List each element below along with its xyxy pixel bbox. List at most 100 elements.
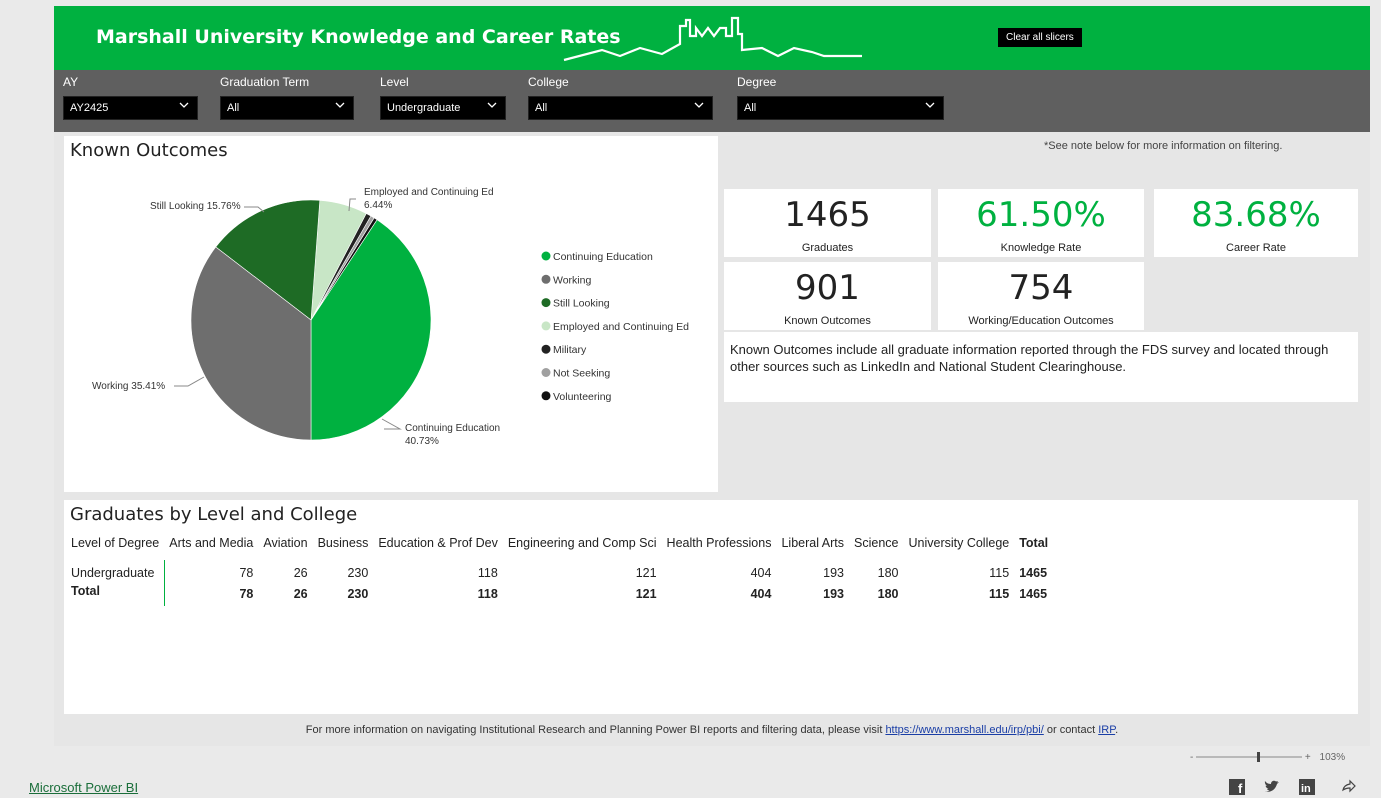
- chevron-down-icon: [487, 102, 497, 108]
- zoom-slider[interactable]: [1196, 752, 1303, 763]
- slicer-label: Graduation Term: [220, 75, 310, 89]
- column-header[interactable]: Level of Degree: [66, 534, 165, 559]
- legend-item[interactable]: Military: [553, 344, 587, 356]
- report-title: Marshall University Knowledge and Career…: [96, 26, 621, 48]
- clear-all-slicers-button[interactable]: Clear all slicers: [998, 28, 1082, 47]
- slicer-label: AY: [63, 75, 79, 89]
- table-cell: 1465: [1019, 587, 1048, 601]
- legend-marker: [541, 391, 551, 401]
- graduation-term-dropdown[interactable]: All: [220, 96, 354, 120]
- card-knowledge-rate: 61.50% Knowledge Rate: [938, 189, 1144, 257]
- slicer-value: Undergraduate: [387, 102, 461, 114]
- chevron-down-icon: [694, 102, 704, 108]
- footer-note: For more information on navigating Insti…: [54, 724, 1370, 736]
- label-still-looking: Still Looking 15.76%: [150, 201, 241, 212]
- svg-text:in: in: [1301, 783, 1311, 795]
- label-continuing-pct: 40.73%: [405, 436, 439, 447]
- column-header[interactable]: Aviation: [258, 534, 313, 559]
- card-value: 61.50%: [976, 195, 1106, 235]
- slicer-label: Degree: [737, 75, 777, 89]
- table-row-total: Total 78 26 230 118 121 404 193 180 115 …: [66, 582, 1053, 606]
- leader-line: [174, 376, 205, 387]
- table-cell: 121: [635, 566, 657, 580]
- legend-marker: [541, 368, 551, 377]
- column-header-total[interactable]: Total: [1014, 534, 1054, 559]
- footer-text: .: [1115, 724, 1119, 736]
- legend-item[interactable]: Not Seeking: [553, 368, 610, 380]
- zoom-out-button[interactable]: -: [1190, 752, 1193, 763]
- facebook-icon[interactable]: f: [1229, 779, 1245, 795]
- table-cell: 193: [823, 587, 844, 601]
- chevron-down-icon: [179, 102, 189, 108]
- irp-pbi-link[interactable]: https://www.marshall.edu/irp/pbi/: [885, 724, 1043, 736]
- zoom-control: - + 103%: [1190, 752, 1345, 763]
- column-header[interactable]: Arts and Media: [164, 534, 259, 559]
- known-outcomes-panel: Known Outcomes Still Looking 15.76% Empl…: [64, 136, 718, 492]
- column-header[interactable]: Liberal Arts: [776, 534, 849, 559]
- card-value: 83.68%: [1191, 195, 1321, 235]
- column-header[interactable]: University College: [903, 534, 1015, 559]
- legend-item[interactable]: Still Looking: [553, 298, 610, 310]
- ay-dropdown[interactable]: AY2425: [63, 96, 198, 120]
- card-label: Graduates: [801, 242, 854, 254]
- known-outcomes-info-text: Known Outcomes include all graduate info…: [730, 342, 1329, 374]
- card-graduates: 1465 Graduates: [724, 189, 931, 257]
- legend-marker: [541, 298, 551, 308]
- known-outcomes-pie-chart[interactable]: Still Looking 15.76% Employed and Contin…: [64, 136, 718, 492]
- graduates-table: Level of Degree Arts and Media Aviation …: [66, 534, 1054, 606]
- degree-dropdown[interactable]: All: [737, 96, 944, 120]
- card-value: 1465: [784, 195, 871, 235]
- column-header[interactable]: Business: [312, 534, 374, 559]
- table-cell: 404: [750, 566, 772, 580]
- table-cell: 180: [877, 587, 899, 601]
- label-employed-ce: Employed and Continuing Ed: [364, 187, 494, 198]
- table-cell: 404: [750, 587, 772, 601]
- table-cell: 118: [477, 587, 498, 601]
- column-header[interactable]: Education & Prof Dev: [373, 534, 503, 559]
- chevron-down-icon: [925, 102, 935, 108]
- legend-item[interactable]: Working: [553, 274, 591, 286]
- table-row: Undergraduate 78 26 230 118 121 404 193 …: [66, 558, 1053, 582]
- slicer-value: All: [535, 102, 548, 114]
- table-cell: 230: [347, 587, 369, 601]
- zoom-in-button[interactable]: +: [1305, 752, 1311, 763]
- slicer-value: All: [744, 102, 757, 114]
- college-dropdown[interactable]: All: [528, 96, 713, 120]
- table-cell: 1465: [1019, 566, 1048, 580]
- card-label: Knowledge Rate: [1000, 242, 1082, 254]
- table-cell: Undergraduate: [66, 558, 165, 582]
- table-cell: 115: [989, 566, 1010, 580]
- card-label: Known Outcomes: [784, 315, 871, 327]
- slicer-label: College: [528, 75, 569, 89]
- column-header[interactable]: Science: [849, 534, 904, 559]
- table-header-row: Level of Degree Arts and Media Aviation …: [66, 534, 1054, 559]
- info-panel: Known Outcomes include all graduate info…: [724, 332, 1358, 402]
- card-working-education-outcomes: 754 Working/Education Outcomes: [938, 262, 1144, 330]
- zoom-level: 103%: [1319, 752, 1346, 763]
- leader-line: [381, 418, 402, 430]
- level-dropdown[interactable]: Undergraduate: [380, 96, 506, 120]
- graduates-table-panel: Graduates by Level and College Level of …: [64, 500, 1358, 714]
- table-cell: 78: [239, 566, 254, 580]
- legend-item[interactable]: Volunteering: [553, 391, 612, 403]
- table-cell: 26: [293, 566, 308, 580]
- twitter-icon[interactable]: [1264, 779, 1280, 795]
- legend-marker: [541, 251, 551, 261]
- table-cell: Total: [66, 582, 165, 606]
- label-employed-ce-pct: 6.44%: [364, 200, 392, 211]
- table-cell: 230: [347, 566, 369, 580]
- card-label: Working/Education Outcomes: [968, 315, 1114, 327]
- report-header: Marshall University Knowledge and Career…: [54, 6, 1370, 70]
- card-value: 901: [795, 268, 860, 308]
- irp-contact-link[interactable]: IRP: [1098, 724, 1115, 736]
- table-cell: 26: [293, 587, 308, 601]
- microsoft-power-bi-link[interactable]: Microsoft Power BI: [29, 780, 138, 795]
- legend-item[interactable]: Continuing Education: [553, 251, 653, 263]
- column-header[interactable]: Health Professions: [661, 534, 777, 559]
- pie-slices: [190, 199, 432, 441]
- legend-item[interactable]: Employed and Continuing Ed: [553, 321, 689, 333]
- linkedin-icon[interactable]: in: [1299, 779, 1315, 795]
- column-header[interactable]: Engineering and Comp Sci: [502, 534, 662, 559]
- legend-marker: [541, 274, 551, 284]
- share-icon[interactable]: [1340, 779, 1356, 795]
